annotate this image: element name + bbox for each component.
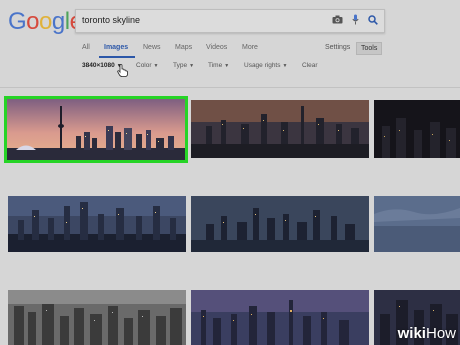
image-result-1-selected[interactable]	[4, 96, 188, 163]
filter-clear[interactable]: Clear	[302, 62, 318, 69]
header-bar: Google toronto skyline All Images News M…	[0, 0, 460, 88]
search-query-text: toronto skyline	[82, 15, 141, 25]
tab-videos[interactable]: Videos	[206, 44, 227, 51]
filter-size[interactable]: 3840×1080 ▼	[82, 62, 122, 69]
search-icon[interactable]	[368, 14, 378, 25]
filter-color-label: Color	[136, 62, 152, 69]
filter-usage-label: Usage rights	[244, 62, 281, 69]
image-result-3[interactable]	[374, 100, 460, 158]
filter-color[interactable]: Color ▼	[136, 62, 159, 69]
image-result-6[interactable]	[374, 196, 460, 252]
mic-icon[interactable]	[352, 14, 359, 25]
camera-icon[interactable]	[332, 15, 343, 24]
filter-type-label: Type	[173, 62, 188, 69]
watermark-wiki: wiki	[397, 325, 426, 342]
watermark-how: How	[425, 325, 456, 342]
filter-time[interactable]: Time ▼	[208, 62, 229, 69]
tab-news[interactable]: News	[143, 44, 161, 51]
search-type-tabs: All Images News Maps Videos More Setting…	[0, 40, 460, 58]
search-input[interactable]: toronto skyline	[75, 9, 385, 33]
image-result-4[interactable]	[8, 196, 186, 252]
chevron-down-icon: ▼	[224, 63, 230, 69]
tab-more[interactable]: More	[242, 44, 258, 51]
chevron-down-icon: ▼	[282, 63, 288, 69]
image-results-grid: wikiHow	[0, 96, 460, 345]
filter-size-label: 3840×1080	[82, 62, 115, 69]
settings-button[interactable]: Settings	[321, 42, 354, 53]
logo-letter-o1: o	[26, 8, 40, 35]
logo-letter-g: G	[8, 8, 27, 35]
google-logo[interactable]: Google	[8, 8, 83, 36]
chevron-down-icon: ▼	[189, 63, 195, 69]
tab-all[interactable]: All	[82, 44, 90, 51]
filter-time-label: Time	[208, 62, 223, 69]
wikihow-watermark: wikiHow	[398, 325, 456, 342]
filter-usage-rights[interactable]: Usage rights ▼	[244, 62, 287, 69]
logo-letter-g2: g	[51, 8, 65, 35]
image-result-8[interactable]	[191, 290, 369, 345]
hand-cursor-icon	[117, 64, 128, 82]
tools-button[interactable]: Tools	[356, 42, 383, 55]
image-result-2[interactable]	[191, 100, 369, 158]
chevron-down-icon: ▼	[153, 63, 159, 69]
tab-maps[interactable]: Maps	[175, 44, 192, 51]
tools-filter-bar: 3840×1080 ▼ Color ▼ Type ▼ Time ▼ Usage righ…	[0, 62, 460, 76]
logo-letter-o2: o	[39, 8, 52, 35]
active-tab-underline	[99, 56, 135, 58]
tab-images[interactable]: Images	[104, 44, 128, 51]
image-result-7[interactable]	[8, 290, 186, 345]
image-result-5[interactable]	[191, 196, 369, 252]
filter-type[interactable]: Type ▼	[173, 62, 194, 69]
